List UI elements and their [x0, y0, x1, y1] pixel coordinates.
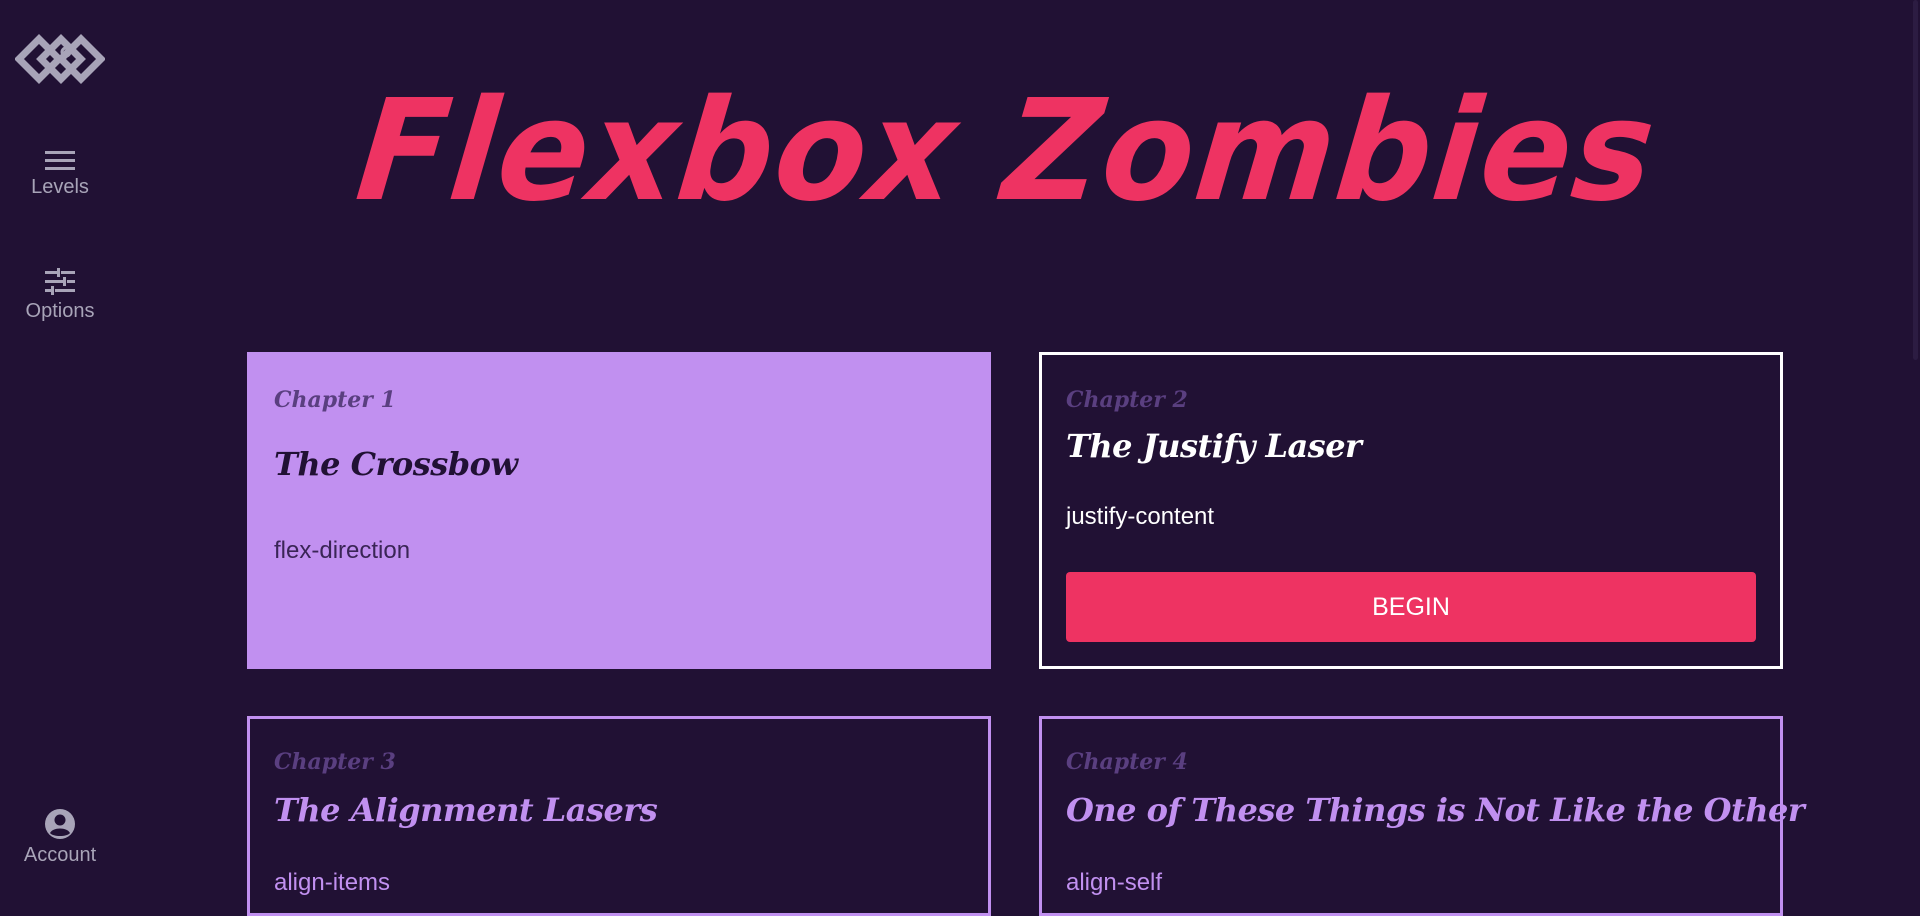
chapter-number: Chapter 1	[274, 387, 396, 413]
scrollbar-thumb[interactable]	[1913, 0, 1918, 360]
logo-icon[interactable]	[15, 28, 105, 90]
nav-options-label: Options	[25, 300, 95, 322]
nav-account-label: Account	[23, 844, 97, 866]
chapter-title: The Justify Laser	[1066, 427, 1362, 465]
chapter-number: Chapter 3	[274, 749, 396, 775]
chapter-number: Chapter 4	[1066, 749, 1188, 775]
chapter-card-2[interactable]: Chapter 2 The Justify Laser justify-cont…	[1039, 352, 1783, 669]
chapter-title: The Crossbow	[274, 445, 518, 483]
chapter-property: flex-direction	[274, 537, 411, 564]
account-icon	[45, 809, 75, 839]
chapter-property: align-self	[1066, 869, 1163, 896]
nav-options[interactable]: Options	[0, 268, 120, 323]
chapter-title: One of These Things is Not Like the Othe…	[1066, 791, 1805, 829]
chapter-property: align-items	[274, 869, 391, 896]
nav-account[interactable]: Account	[0, 808, 120, 867]
page-title: Flexbox Zombies	[350, 70, 1664, 233]
chapter-number: Chapter 2	[1066, 387, 1188, 413]
chapter-property: justify-content	[1066, 503, 1215, 530]
scrollbar[interactable]	[1910, 0, 1920, 898]
sliders-icon	[45, 268, 75, 295]
chapter-card-3[interactable]: Chapter 3 The Alignment Lasers align-ite…	[247, 716, 991, 916]
chapter-card-1[interactable]: Chapter 1 The Crossbow flex-direction	[247, 352, 991, 669]
begin-button[interactable]: BEGIN	[1066, 572, 1756, 642]
chapter-card-4[interactable]: Chapter 4 One of These Things is Not Lik…	[1039, 716, 1805, 916]
chapter-title: The Alignment Lasers	[274, 791, 658, 829]
